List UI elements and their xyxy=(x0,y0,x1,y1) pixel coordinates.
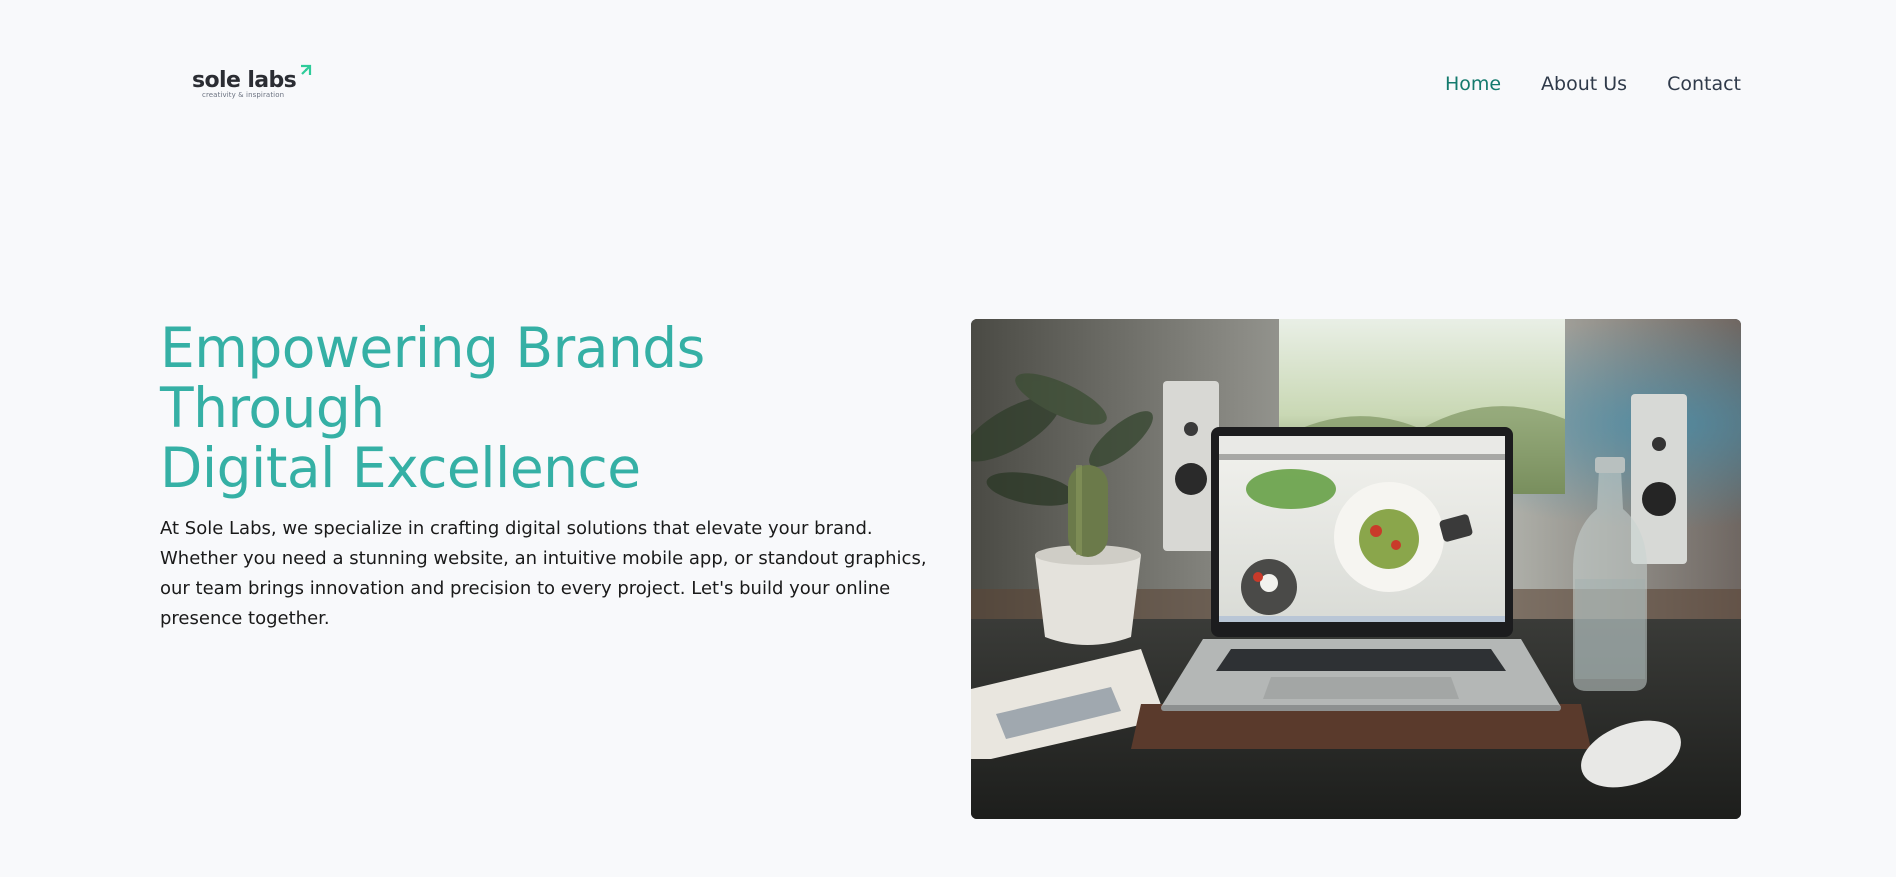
nav-about-us[interactable]: About Us xyxy=(1541,73,1627,95)
logo-wordmark: sole labs xyxy=(192,64,312,93)
logo[interactable]: sole labs creativity & inspiration xyxy=(192,64,312,99)
hero-title-line-2: Digital Excellence xyxy=(160,436,641,500)
arrow-up-right-icon xyxy=(301,64,312,75)
hero-title: Empowering Brands Through Digital Excell… xyxy=(160,318,940,498)
logo-text: sole labs xyxy=(192,67,297,93)
hero-section: Empowering Brands Through Digital Excell… xyxy=(160,318,940,634)
site-header: sole labs creativity & inspiration Home … xyxy=(160,64,1741,132)
nav-home[interactable]: Home xyxy=(1445,73,1501,95)
logo-tagline: creativity & inspiration xyxy=(202,90,285,99)
laptop-desk-illustration xyxy=(971,319,1741,819)
hero-description: At Sole Labs, we specialize in crafting … xyxy=(160,518,927,629)
hero-title-line-1: Empowering Brands Through xyxy=(160,316,705,440)
nav-contact[interactable]: Contact xyxy=(1667,73,1741,95)
page: sole labs creativity & inspiration Home … xyxy=(0,0,1896,877)
hero-image xyxy=(971,319,1741,819)
main-nav: Home About Us Contact xyxy=(1445,73,1741,95)
